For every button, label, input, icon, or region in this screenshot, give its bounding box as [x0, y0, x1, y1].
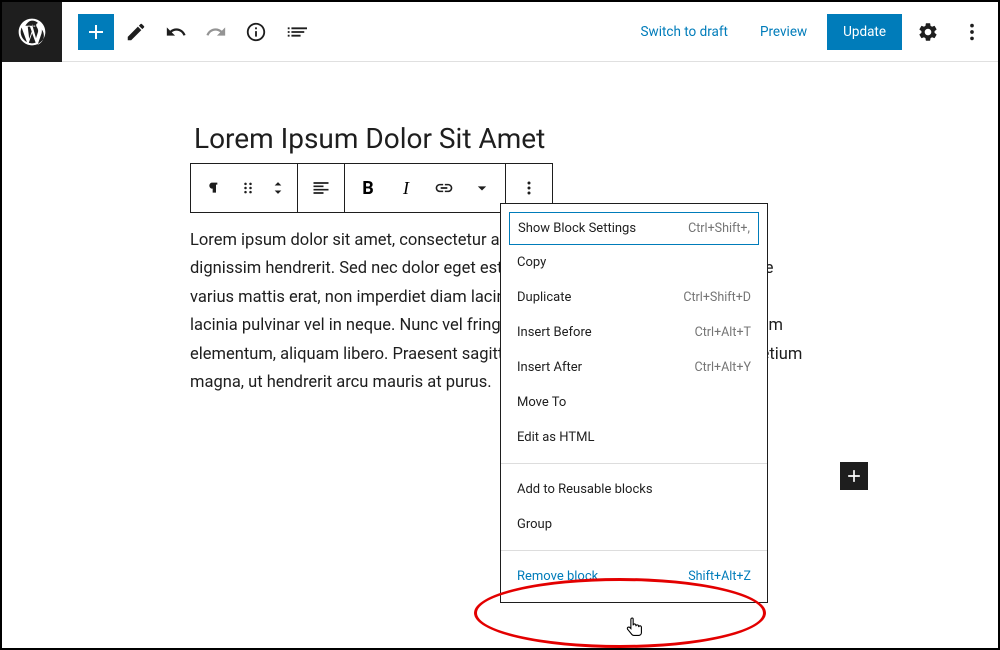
menu-add-reusable[interactable]: Add to Reusable blocks	[501, 472, 767, 507]
menu-item-shortcut: Ctrl+Alt+Y	[695, 360, 751, 375]
block-type-button[interactable]	[195, 168, 233, 208]
more-options-button[interactable]	[954, 14, 990, 50]
top-left-tools	[62, 14, 314, 50]
edit-mode-button[interactable]	[118, 14, 154, 50]
menu-remove-block[interactable]: Remove block Shift+Alt+Z	[501, 559, 767, 594]
menu-item-label: Move To	[517, 395, 566, 410]
link-button[interactable]	[425, 168, 463, 208]
menu-copy[interactable]: Copy	[501, 245, 767, 280]
menu-move-to[interactable]: Move To	[501, 385, 767, 420]
menu-insert-before[interactable]: Insert Before Ctrl+Alt+T	[501, 315, 767, 350]
undo-button[interactable]	[158, 14, 194, 50]
italic-button[interactable]: I	[387, 168, 425, 208]
undo-icon	[165, 21, 187, 43]
info-icon	[245, 21, 267, 43]
add-block-button[interactable]	[78, 14, 114, 50]
outline-button[interactable]	[278, 14, 314, 50]
menu-group[interactable]: Group	[501, 507, 767, 542]
update-button[interactable]: Update	[827, 14, 902, 50]
settings-button[interactable]	[910, 14, 946, 50]
menu-item-label: Edit as HTML	[517, 430, 594, 445]
menu-item-shortcut: Ctrl+Alt+T	[695, 325, 751, 340]
paragraph-icon	[204, 178, 224, 198]
menu-item-label: Add to Reusable blocks	[517, 482, 653, 497]
gear-icon	[917, 21, 939, 43]
top-toolbar: Switch to draft Preview Update	[2, 2, 998, 62]
chevron-down-icon	[472, 178, 492, 198]
menu-item-label: Show Block Settings	[518, 221, 636, 236]
bold-button[interactable]: B	[349, 168, 387, 208]
chevron-updown-icon	[268, 178, 288, 198]
pencil-icon	[125, 21, 147, 43]
block-options-menu: Show Block Settings Ctrl+Shift+, Copy Du…	[500, 203, 768, 603]
post-title[interactable]: Lorem Ipsum Dolor Sit Amet	[190, 122, 810, 155]
ellipsis-vertical-icon	[519, 178, 539, 198]
more-formatting-button[interactable]	[463, 168, 501, 208]
menu-show-block-settings[interactable]: Show Block Settings Ctrl+Shift+,	[509, 212, 759, 245]
menu-item-shortcut: Ctrl+Shift+,	[688, 221, 750, 236]
info-button[interactable]	[238, 14, 274, 50]
move-updown-button[interactable]	[263, 168, 293, 208]
menu-item-shortcut: Shift+Alt+Z	[688, 569, 751, 584]
redo-icon	[205, 21, 227, 43]
top-right-tools: Switch to draft Preview Update	[629, 14, 998, 50]
menu-item-label: Insert After	[517, 360, 582, 375]
redo-button[interactable]	[198, 14, 234, 50]
menu-item-label: Copy	[517, 255, 546, 270]
block-options-button[interactable]	[510, 168, 548, 208]
menu-item-shortcut: Ctrl+Shift+D	[683, 290, 751, 305]
link-icon	[434, 178, 454, 198]
switch-to-draft-link[interactable]: Switch to draft	[629, 16, 740, 48]
drag-handle[interactable]	[233, 168, 263, 208]
plus-icon	[844, 466, 864, 486]
menu-item-label: Group	[517, 517, 552, 532]
wordpress-icon	[16, 16, 48, 48]
align-left-icon	[311, 178, 331, 198]
menu-edit-html[interactable]: Edit as HTML	[501, 420, 767, 455]
menu-duplicate[interactable]: Duplicate Ctrl+Shift+D	[501, 280, 767, 315]
preview-link[interactable]: Preview	[748, 16, 819, 48]
menu-item-label: Duplicate	[517, 290, 571, 305]
add-block-inline-button[interactable]	[840, 462, 868, 490]
drag-icon	[238, 178, 258, 198]
list-icon	[285, 21, 307, 43]
cursor-pointer-icon	[624, 616, 646, 646]
menu-item-label: Remove block	[517, 569, 598, 584]
align-button[interactable]	[302, 168, 340, 208]
plus-icon	[84, 20, 108, 44]
menu-item-label: Insert Before	[517, 325, 592, 340]
ellipsis-vertical-icon	[961, 21, 983, 43]
block-toolbar: B I	[190, 163, 553, 213]
wordpress-logo[interactable]	[2, 2, 62, 62]
menu-insert-after[interactable]: Insert After Ctrl+Alt+Y	[501, 350, 767, 385]
